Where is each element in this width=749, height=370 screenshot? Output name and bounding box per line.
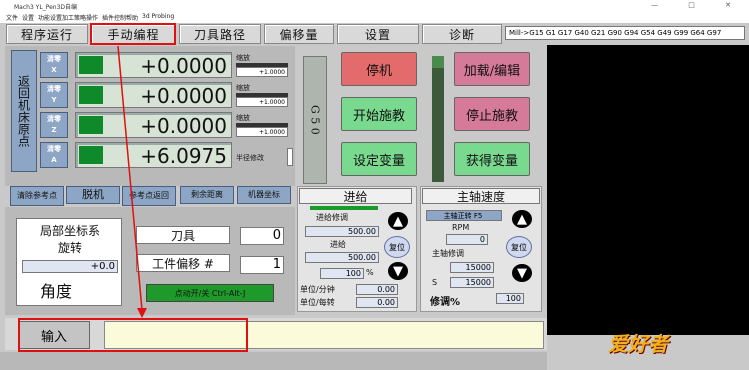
mach3-window: Mach3 YL_Pen3D自编 — □ ✕ 文件 设置 功能设置 加工策略 操… [0,0,749,370]
annotation-arrow [117,45,147,318]
